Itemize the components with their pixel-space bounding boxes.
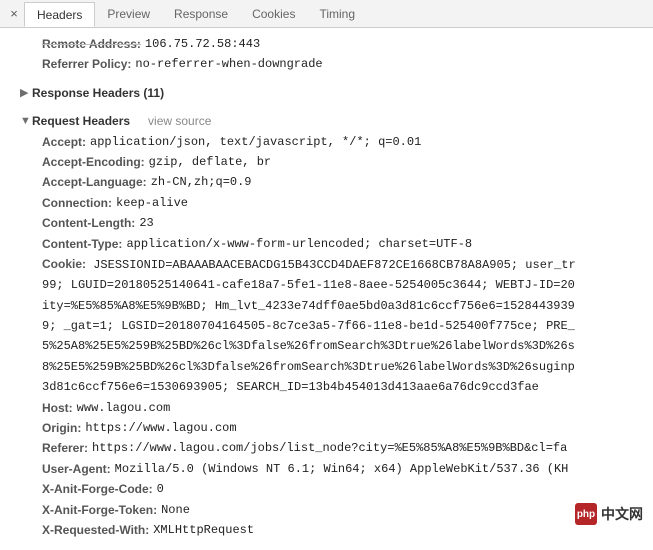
user-agent-label: User-Agent: xyxy=(42,459,111,479)
php-logo-icon: php xyxy=(575,503,597,525)
x-anit-forge-code-label: X-Anit-Forge-Code: xyxy=(42,479,153,499)
tab-timing[interactable]: Timing xyxy=(307,2,367,25)
x-anit-forge-token-label: X-Anit-Forge-Token: xyxy=(42,500,157,520)
header-accept: Accept: application/json, text/javascrip… xyxy=(20,132,645,152)
general-remote-address: Remote Address: 106.75.72.58:443 xyxy=(20,34,645,54)
header-connection: Connection: keep-alive xyxy=(20,193,645,213)
header-content-length: Content-Length: 23 xyxy=(20,213,645,233)
response-headers-section[interactable]: ▶ Response Headers (11) xyxy=(20,83,645,103)
x-requested-with-value: XMLHttpRequest xyxy=(153,520,254,540)
referrer-policy-label: Referrer Policy: xyxy=(42,54,131,74)
general-referrer-policy: Referrer Policy: no-referrer-when-downgr… xyxy=(20,54,645,74)
tab-preview[interactable]: Preview xyxy=(95,2,162,25)
remote-address-value: 106.75.72.58:443 xyxy=(145,34,260,54)
host-value: www.lagou.com xyxy=(77,398,171,418)
header-accept-language: Accept-Language: zh-CN,zh;q=0.9 xyxy=(20,172,645,192)
remote-address-label: Remote Address: xyxy=(42,34,141,54)
request-headers-section[interactable]: ▼ Request Headers view source xyxy=(20,111,645,131)
content-type-value: application/x-www-form-urlencoded; chars… xyxy=(126,234,472,254)
watermark-text: 中文网 xyxy=(601,504,643,524)
request-headers-title: Request Headers xyxy=(32,111,130,131)
headers-panel: Remote Address: 106.75.72.58:443 Referre… xyxy=(0,28,653,550)
chevron-down-icon: ▼ xyxy=(20,112,32,131)
view-source-link[interactable]: view source xyxy=(148,111,211,131)
watermark: php 中文网 xyxy=(575,503,643,525)
close-icon[interactable]: × xyxy=(4,6,24,21)
referer-label: Referer: xyxy=(42,438,88,458)
header-content-type: Content-Type: application/x-www-form-url… xyxy=(20,234,645,254)
tab-cookies[interactable]: Cookies xyxy=(240,2,307,25)
response-headers-title: Response Headers (11) xyxy=(32,83,164,103)
accept-label: Accept: xyxy=(42,132,86,152)
accept-language-value: zh-CN,zh;q=0.9 xyxy=(151,172,252,192)
referer-value: https://www.lagou.com/jobs/list_node?cit… xyxy=(92,438,567,458)
content-length-value: 23 xyxy=(139,213,153,233)
connection-label: Connection: xyxy=(42,193,112,213)
header-origin: Origin: https://www.lagou.com xyxy=(20,418,645,438)
accept-encoding-label: Accept-Encoding: xyxy=(42,152,145,172)
header-user-agent: User-Agent: Mozilla/5.0 (Windows NT 6.1;… xyxy=(20,459,645,479)
devtools-tabs: × Headers Preview Response Cookies Timin… xyxy=(0,0,653,28)
chevron-right-icon: ▶ xyxy=(20,84,32,103)
header-referer: Referer: https://www.lagou.com/jobs/list… xyxy=(20,438,645,458)
header-x-requested-with: X-Requested-With: XMLHttpRequest xyxy=(20,520,645,540)
header-cookie: Cookie: JSESSIONID=ABAAABAACEBACDG15B43C… xyxy=(20,254,645,398)
user-agent-value: Mozilla/5.0 (Windows NT 6.1; Win64; x64)… xyxy=(115,459,569,479)
header-host: Host: www.lagou.com xyxy=(20,398,645,418)
connection-value: keep-alive xyxy=(116,193,188,213)
cookie-value: JSESSIONID=ABAAABAACEBACDG15B43CCD4DAEF8… xyxy=(42,258,576,394)
cookie-label: Cookie: xyxy=(42,257,86,271)
accept-value: application/json, text/javascript, */*; … xyxy=(90,132,421,152)
origin-label: Origin: xyxy=(42,418,81,438)
content-type-label: Content-Type: xyxy=(42,234,122,254)
x-anit-forge-code-value: 0 xyxy=(157,479,164,499)
accept-language-label: Accept-Language: xyxy=(42,172,147,192)
tab-headers[interactable]: Headers xyxy=(24,2,95,27)
x-requested-with-label: X-Requested-With: xyxy=(42,520,149,540)
header-x-anit-forge-code: X-Anit-Forge-Code: 0 xyxy=(20,479,645,499)
accept-encoding-value: gzip, deflate, br xyxy=(149,152,271,172)
referrer-policy-value: no-referrer-when-downgrade xyxy=(135,54,322,74)
host-label: Host: xyxy=(42,398,73,418)
content-length-label: Content-Length: xyxy=(42,213,135,233)
x-anit-forge-token-value: None xyxy=(161,500,190,520)
header-x-anit-forge-token: X-Anit-Forge-Token: None xyxy=(20,500,645,520)
origin-value: https://www.lagou.com xyxy=(85,418,236,438)
tab-response[interactable]: Response xyxy=(162,2,240,25)
header-accept-encoding: Accept-Encoding: gzip, deflate, br xyxy=(20,152,645,172)
